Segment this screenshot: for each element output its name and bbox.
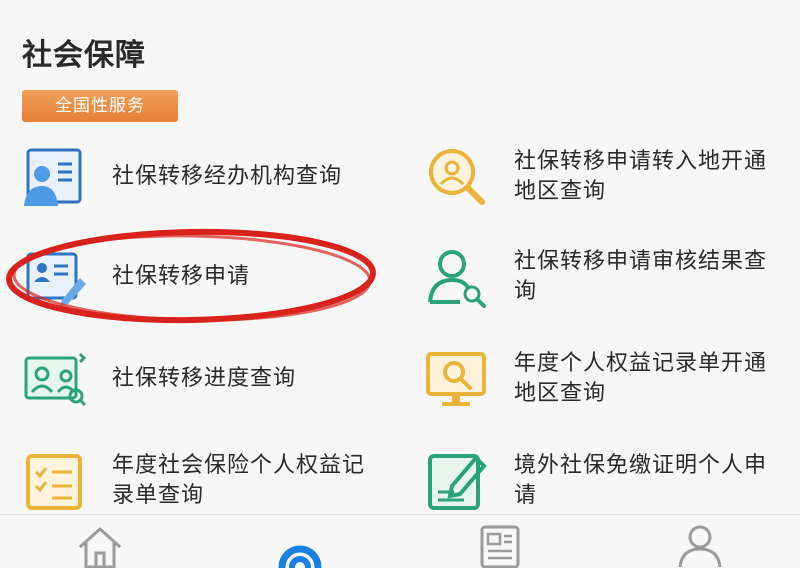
profile-icon bbox=[672, 521, 728, 568]
service-item-label: 年度个人权益记录单开通地区查询 bbox=[514, 351, 768, 406]
certificate-edit-icon bbox=[424, 448, 490, 514]
staff-document-icon bbox=[22, 144, 88, 210]
social-security-page: 社会保障 全国性服务 社保转移经办机构查询 社保转移申请转入地开通地区查询 社保… bbox=[0, 0, 800, 568]
tab-services[interactable] bbox=[272, 521, 328, 568]
checklist-icon bbox=[22, 448, 88, 514]
tab-news[interactable] bbox=[472, 521, 528, 568]
magnifier-user-icon bbox=[424, 144, 490, 210]
tab-home[interactable] bbox=[72, 521, 128, 568]
service-item-annual-record-region-query[interactable]: 年度个人权益记录单开通地区查询 bbox=[424, 334, 800, 424]
service-item-overseas-exemption-application[interactable]: 境外社保免缴证明个人申请 bbox=[424, 436, 800, 526]
tab-profile[interactable] bbox=[672, 521, 728, 568]
user-search-icon bbox=[424, 244, 490, 310]
page-title: 社会保障 bbox=[22, 38, 146, 73]
bottom-tab-bar bbox=[0, 514, 800, 568]
service-item-transfer-application[interactable]: 社保转移申请 bbox=[22, 232, 402, 322]
service-item-label: 社保转移申请 bbox=[112, 264, 251, 289]
service-item-label: 社保转移进度查询 bbox=[112, 366, 297, 391]
service-item-label: 年度社会保险个人权益记录单查询 bbox=[112, 453, 366, 508]
progress-card-icon bbox=[22, 346, 88, 412]
nationwide-services-badge: 全国性服务 bbox=[22, 90, 178, 122]
service-item-label: 境外社保免缴证明个人申请 bbox=[514, 453, 768, 508]
service-item-label: 社保转移申请审核结果查询 bbox=[514, 249, 768, 304]
form-edit-icon bbox=[22, 244, 88, 310]
service-item-label: 社保转移经办机构查询 bbox=[112, 164, 343, 189]
service-item-transfer-in-region-query[interactable]: 社保转移申请转入地开通地区查询 bbox=[424, 132, 800, 222]
home-icon bbox=[72, 521, 128, 568]
service-item-transfer-progress-query[interactable]: 社保转移进度查询 bbox=[22, 334, 402, 424]
service-item-transfer-agency-query[interactable]: 社保转移经办机构查询 bbox=[22, 132, 402, 222]
monitor-search-icon bbox=[424, 346, 490, 412]
service-icon bbox=[272, 521, 328, 568]
news-icon bbox=[472, 521, 528, 568]
service-item-annual-insurance-record-query[interactable]: 年度社会保险个人权益记录单查询 bbox=[22, 436, 402, 526]
service-item-label: 社保转移申请转入地开通地区查询 bbox=[514, 149, 768, 204]
service-item-review-result-query[interactable]: 社保转移申请审核结果查询 bbox=[424, 232, 800, 322]
